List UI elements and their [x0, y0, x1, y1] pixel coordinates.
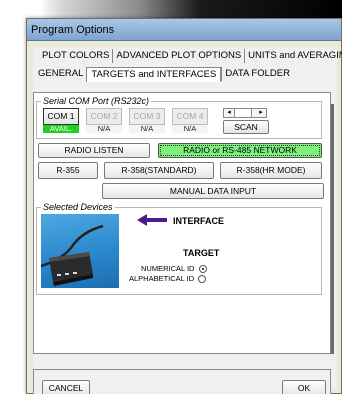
- com-port-scrollbar[interactable]: ◂ ▸: [223, 108, 267, 118]
- selected-devices-group: Selected Devices INTERFACE TARGET NUMERI…: [36, 201, 322, 295]
- com3-port[interactable]: COM 3 N/A: [129, 108, 165, 134]
- dialog-client: PLOT COLORS ADVANCED PLOT OPTIONS UNITS an…: [33, 47, 342, 394]
- serial-com-legend: Serial COM Port (RS232c): [41, 95, 152, 107]
- tab-general[interactable]: GENERAL: [35, 67, 86, 81]
- tab-units-averaging[interactable]: UNITS and AVERAGING: [244, 49, 342, 63]
- com3-status: N/A: [129, 125, 165, 133]
- tab-plot-colors[interactable]: PLOT COLORS: [39, 49, 112, 63]
- ok-button[interactable]: OK: [282, 380, 326, 394]
- radio-network-button[interactable]: RADIO or RS-485 NETWORK: [158, 143, 322, 158]
- alphabetical-id-label: ALPHABETICAL ID: [129, 274, 195, 283]
- scroll-right-icon[interactable]: ▸: [256, 109, 266, 117]
- window-title: Program Options: [31, 24, 115, 36]
- numerical-id-label: NUMERICAL ID: [141, 264, 195, 273]
- dialog-footer: CANCEL OK: [33, 369, 331, 394]
- program-options-window: Program Options PLOT COLORS ADVANCED PLOT…: [26, 18, 342, 394]
- com1-port[interactable]: COM 1 AVAIL.: [43, 108, 79, 134]
- r358-hr-button[interactable]: R-358(HR MODE): [220, 162, 322, 179]
- r358-standard-button[interactable]: R-358(STANDARD): [104, 162, 214, 179]
- com2-button[interactable]: COM 2: [86, 108, 122, 125]
- com2-port[interactable]: COM 2 N/A: [86, 108, 122, 134]
- cancel-button[interactable]: CANCEL: [42, 380, 90, 394]
- tab-advanced-plot-options[interactable]: ADVANCED PLOT OPTIONS: [112, 49, 244, 63]
- tab-row-1: PLOT COLORS ADVANCED PLOT OPTIONS UNITS an…: [39, 49, 342, 63]
- scan-button[interactable]: SCAN: [223, 120, 269, 134]
- left-arrow-icon: [137, 214, 167, 226]
- manual-data-input-button[interactable]: MANUAL DATA INPUT: [102, 183, 324, 199]
- interface-label: INTERFACE: [173, 216, 225, 226]
- com4-button[interactable]: COM 4: [172, 108, 208, 125]
- device-illustration-icon: [41, 224, 104, 286]
- com2-status: N/A: [86, 125, 122, 133]
- panel-shadow: [331, 104, 334, 354]
- r355-button[interactable]: R-355: [38, 162, 98, 179]
- tab-row-2: GENERAL TARGETS and INTERFACES DATA FOLDER: [35, 66, 293, 82]
- com4-status: N/A: [172, 125, 208, 133]
- interface-device-image: [41, 214, 119, 288]
- com1-status: AVAIL.: [43, 125, 79, 133]
- tab-targets-interfaces[interactable]: TARGETS and INTERFACES: [86, 67, 222, 82]
- com4-port[interactable]: COM 4 N/A: [172, 108, 208, 134]
- com3-button[interactable]: COM 3: [129, 108, 165, 125]
- numerical-id-radio[interactable]: [198, 265, 207, 274]
- com1-button[interactable]: COM 1: [43, 108, 79, 125]
- scroll-thumb[interactable]: [234, 109, 252, 117]
- alphabetical-id-option[interactable]: ALPHABETICAL ID: [129, 274, 207, 284]
- scroll-left-icon[interactable]: ◂: [224, 109, 234, 117]
- numerical-id-option[interactable]: NUMERICAL ID: [141, 264, 207, 274]
- alphabetical-id-radio[interactable]: [198, 275, 207, 284]
- title-bar[interactable]: Program Options: [27, 19, 341, 41]
- serial-com-group: Serial COM Port (RS232c) COM 1 AVAIL. CO…: [36, 95, 322, 139]
- radio-listen-button[interactable]: RADIO LISTEN: [38, 143, 150, 158]
- tab-data-folder[interactable]: DATA FOLDER: [221, 67, 293, 81]
- selected-devices-legend: Selected Devices: [41, 201, 115, 213]
- targets-interfaces-panel: Serial COM Port (RS232c) COM 1 AVAIL. CO…: [33, 92, 331, 354]
- target-label: TARGET: [183, 248, 220, 258]
